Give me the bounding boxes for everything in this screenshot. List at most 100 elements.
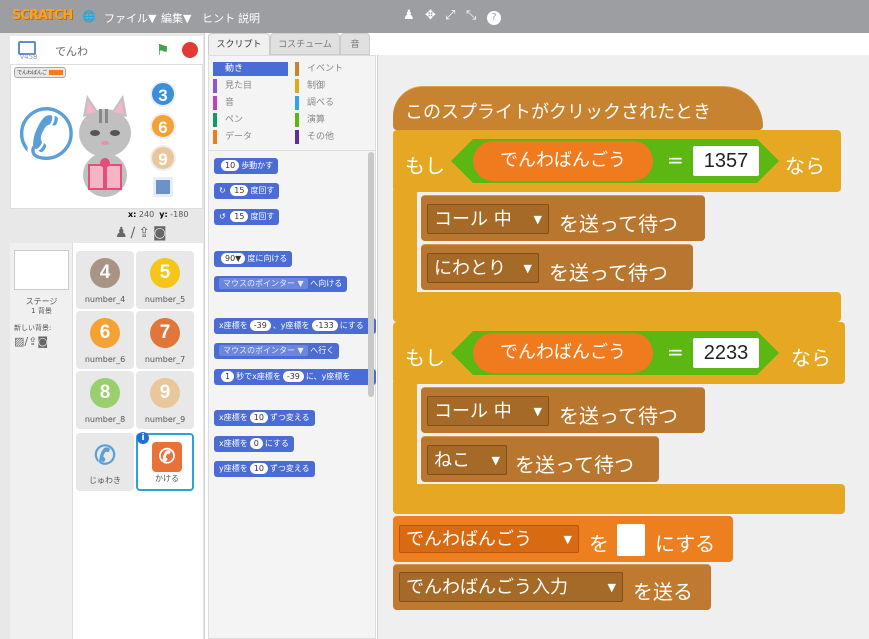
broadcast-and-wait-block[interactable]: にわとり ▼ を送って待つ: [421, 244, 693, 290]
variable-reporter[interactable]: でんわばんごう: [473, 141, 653, 181]
sprite-tile[interactable]: ✆ じゅわき: [76, 433, 134, 491]
block-change-x[interactable]: x座標を 10 ずつ変える: [214, 410, 315, 426]
number-input[interactable]: 1357: [693, 146, 759, 176]
category-operators[interactable]: 演算: [295, 113, 325, 127]
block-goto-target[interactable]: マウスのポインター ▼ へ行く: [214, 343, 340, 359]
message-dropdown[interactable]: にわとり ▼: [427, 253, 539, 283]
tab-costumes[interactable]: コスチューム: [270, 33, 340, 55]
category-pen[interactable]: ペン: [213, 113, 243, 127]
category-control[interactable]: 制御: [295, 79, 325, 93]
message-dropdown[interactable]: でんわばんごう入力 ▼: [399, 572, 623, 602]
sprite-tile[interactable]: 5 number_5: [136, 251, 194, 309]
shrink-icon[interactable]: ⤡: [466, 8, 476, 23]
category-data[interactable]: データ: [213, 130, 252, 144]
menu-about[interactable]: 説明: [238, 10, 260, 26]
broadcast-block[interactable]: でんわばんごう入力 ▼ を送る: [393, 564, 711, 610]
cat-sprite[interactable]: [71, 87, 139, 199]
broadcast-and-wait-block[interactable]: ねこ ▼ を送って待つ: [421, 436, 659, 482]
block-glide[interactable]: 1 秒でx座標を -39 に、y座標を: [214, 369, 376, 385]
number-3-sprite[interactable]: 3: [150, 81, 176, 107]
duplicate-icon[interactable]: ♟: [403, 8, 415, 23]
if-block-2-end: [393, 484, 845, 514]
number-icon: 9: [150, 378, 180, 408]
number-6-sprite[interactable]: 6: [150, 113, 176, 139]
sprite-pane: ステージ 1 背景 新しい背景: ▨∕⇪◙ 4 number_4 5 number_…: [10, 243, 203, 639]
sprite-tile-label: number_9: [144, 415, 186, 424]
green-flag-icon[interactable]: ⚑: [156, 41, 169, 59]
delete-icon[interactable]: ✥: [425, 8, 436, 23]
category-motion[interactable]: 動き: [213, 62, 288, 76]
number-icon: 5: [150, 258, 180, 288]
sprite-tile[interactable]: 9 number_9: [136, 371, 194, 429]
category-events[interactable]: イベント: [295, 62, 343, 76]
if-block-1[interactable]: もし でんわばんごう = 1357 なら: [393, 130, 841, 192]
stage-thumbnail[interactable]: [14, 250, 69, 290]
grow-icon[interactable]: ⤢: [445, 8, 455, 23]
palette-scrollbar[interactable]: [368, 152, 374, 397]
set-variable-block[interactable]: でんわばんごう ▼ を にする: [393, 516, 733, 562]
message-dropdown[interactable]: ねこ ▼: [427, 445, 507, 475]
if-block-2-arm: [393, 382, 417, 488]
sprite-tile[interactable]: 6 number_6: [76, 311, 134, 369]
sprite-tile-label: number_4: [84, 295, 126, 304]
sprite-tile[interactable]: 4 number_4: [76, 251, 134, 309]
globe-icon[interactable]: 🌐: [82, 10, 96, 23]
sprite-tile[interactable]: 7 number_7: [136, 311, 194, 369]
new-sprite-tools[interactable]: ♟∕⇪◙: [115, 225, 170, 241]
set-value-input[interactable]: [617, 524, 645, 556]
tab-scripts[interactable]: スクリプト: [208, 33, 270, 55]
block-point-direction[interactable]: 90▼ 度に向ける: [214, 251, 293, 267]
menu-tips[interactable]: ヒント: [202, 10, 235, 26]
menu-file[interactable]: ファイル▼: [104, 10, 156, 26]
dropdown-arrow-icon: ▼: [533, 213, 542, 226]
if-block-2[interactable]: もし でんわばんごう = 2233 なら: [393, 322, 845, 384]
number-input[interactable]: 2233: [693, 338, 759, 368]
scratch-logo[interactable]: SCRATCH: [12, 8, 73, 23]
receiver-icon: ✆: [94, 440, 116, 470]
new-backdrop-tools[interactable]: ▨∕⇪◙: [14, 335, 48, 348]
block-point-towards[interactable]: マウスのポインター ▼ へ向ける: [214, 276, 348, 292]
when-sprite-clicked-block[interactable]: このスプライトがクリックされたとき: [393, 86, 763, 130]
menu-edit[interactable]: 編集▼: [161, 10, 191, 26]
block-set-x[interactable]: x座標を 0 にする: [214, 436, 294, 452]
number-9-sprite[interactable]: 9: [150, 145, 176, 171]
set-var-to-label: を: [589, 532, 609, 556]
category-more[interactable]: その他: [295, 130, 334, 144]
stage-list: ステージ 1 背景 新しい背景: ▨∕⇪◙: [10, 243, 73, 639]
mouse-coordinates: x: 240 y: -180: [128, 210, 189, 219]
stop-icon[interactable]: [182, 42, 198, 58]
number-icon: 8: [90, 378, 120, 408]
dropdown-arrow-icon: ▼: [607, 581, 616, 594]
info-icon[interactable]: i: [137, 432, 149, 444]
block-turn-right[interactable]: ↻ 15 度回す: [214, 183, 280, 199]
number-icon: 7: [150, 318, 180, 348]
message-dropdown[interactable]: コール 中 ▼: [427, 204, 549, 234]
equals-sign: =: [667, 148, 684, 172]
block-goto-xy[interactable]: x座標を -39 、y座標を -133 にする: [214, 318, 376, 334]
if-block-1-end: [393, 292, 841, 322]
broadcast-and-wait-block[interactable]: コール 中 ▼ を送って待つ: [421, 387, 705, 433]
sprite-tile[interactable]: 8 number_8: [76, 371, 134, 429]
square-sprite[interactable]: [153, 177, 173, 197]
message-dropdown[interactable]: コール 中 ▼: [427, 396, 549, 426]
block-change-y[interactable]: y座標を 10 ずつ変える: [214, 461, 315, 477]
dropdown-arrow-icon: ▼: [491, 454, 500, 467]
category-sound[interactable]: 音: [213, 96, 234, 110]
block-turn-left[interactable]: ↺ 15 度回す: [214, 209, 280, 225]
new-backdrop-label: 新しい背景:: [14, 324, 52, 332]
category-looks[interactable]: 見た目: [213, 79, 252, 93]
tab-sounds[interactable]: 音: [340, 33, 370, 55]
block-move-steps[interactable]: 10 歩動かす: [214, 158, 279, 174]
help-icon[interactable]: ?: [487, 11, 501, 25]
call-icon: ✆: [152, 442, 182, 472]
variable-reporter[interactable]: でんわばんごう: [473, 333, 653, 373]
stage-canvas[interactable]: でんわばんご ✆ 3 6 9: [10, 64, 203, 209]
project-title[interactable]: でんわ: [55, 43, 88, 59]
set-var-action-label: にする: [655, 532, 716, 556]
receiver-sprite[interactable]: ✆: [17, 100, 76, 170]
broadcast-and-wait-block[interactable]: コール 中 ▼ を送って待つ: [421, 195, 705, 241]
number-icon: 4: [90, 258, 120, 288]
category-sensing[interactable]: 調べる: [295, 96, 334, 110]
sprite-tile-label: かける: [155, 474, 179, 483]
variable-dropdown[interactable]: でんわばんごう ▼: [399, 525, 579, 553]
